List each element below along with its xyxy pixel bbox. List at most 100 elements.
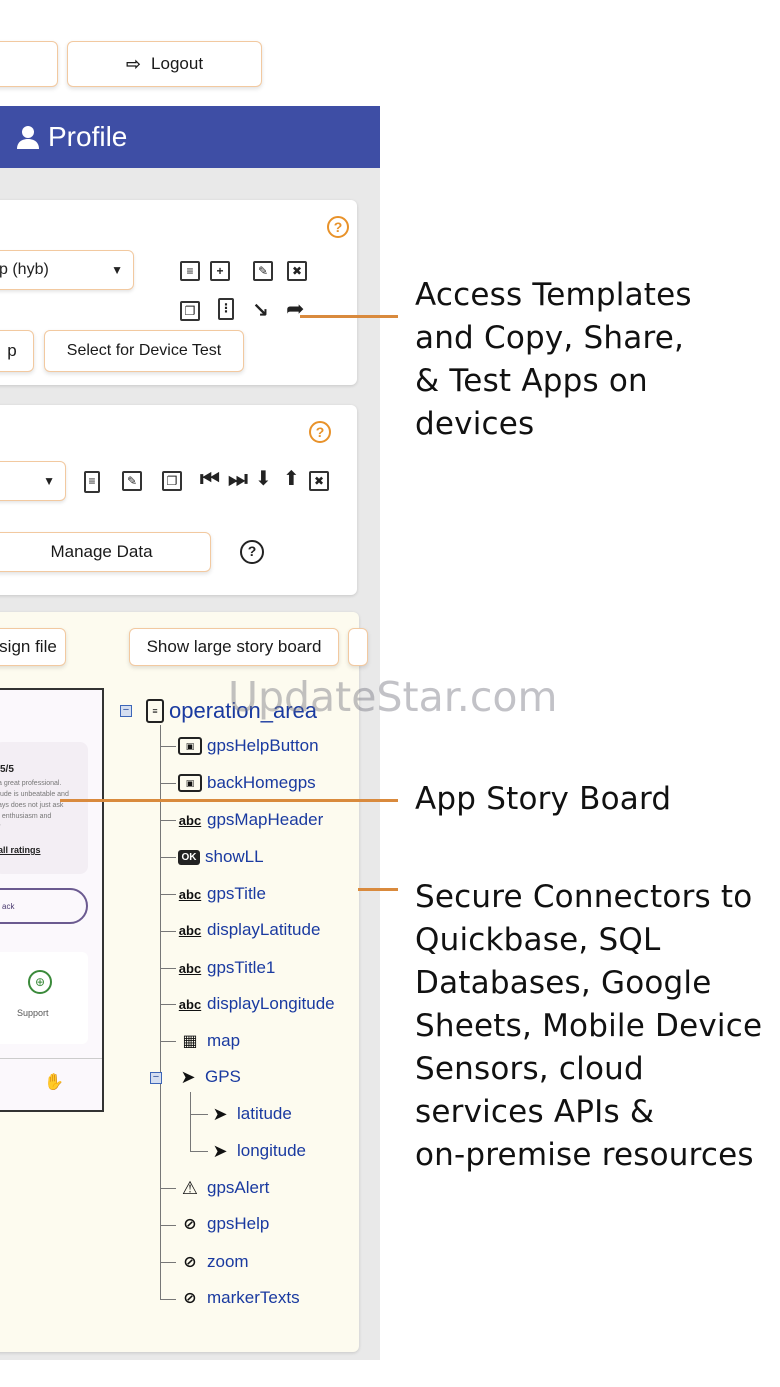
eye-slash-icon: ⊘ xyxy=(183,1216,197,1233)
tree-node-displayLatitude[interactable]: abc displayLatitude xyxy=(178,920,321,940)
app-action-label: p xyxy=(7,341,17,360)
review-text: a great professional. tude is unbeatable… xyxy=(0,778,90,833)
node-label: longitude xyxy=(237,1141,307,1160)
button-icon: ▣ xyxy=(178,737,202,755)
location-arrow-icon: ➤ xyxy=(212,1140,228,1161)
device-icon[interactable]: ⋮ xyxy=(218,298,234,320)
tree-node-gpsTitle1[interactable]: abc gpsTitle1 xyxy=(178,958,276,978)
delete-icon[interactable]: ✖ xyxy=(287,261,307,281)
text-abc-icon: abc xyxy=(178,922,202,938)
design-file-button[interactable]: sign file xyxy=(0,628,66,666)
logout-button[interactable]: ⇨ Logout xyxy=(67,41,262,87)
node-label: gpsHelpButton xyxy=(207,736,319,755)
node-label: showLL xyxy=(205,847,264,866)
annotation-line: devices xyxy=(415,406,535,442)
text-abc-icon: abc xyxy=(178,886,202,902)
page-icon: ≡ xyxy=(146,699,164,723)
support-icon[interactable]: ⊕ xyxy=(28,970,52,994)
tree-branch xyxy=(160,783,176,784)
template-add-icon[interactable]: + xyxy=(210,261,230,281)
last-record-icon[interactable]: ⏭ xyxy=(228,466,248,492)
tree-branch xyxy=(160,1188,176,1189)
help-icon-data[interactable]: ? xyxy=(309,421,331,443)
tree-node-gpsAlert[interactable]: ⚠ gpsAlert xyxy=(178,1178,269,1198)
map-icon: ▦ xyxy=(182,1033,198,1050)
share-icon[interactable]: ➦ xyxy=(286,296,304,322)
tree-node-displayLongitude[interactable]: abc displayLongitude xyxy=(178,994,335,1014)
tree-branch xyxy=(160,746,176,747)
sign-out-icon: ⇨ xyxy=(125,53,142,74)
node-label: gpsMapHeader xyxy=(207,810,324,829)
tree-node-showLL[interactable]: OK showLL xyxy=(178,847,264,867)
copy-icon[interactable]: ❐ xyxy=(180,301,200,321)
tree-branch xyxy=(190,1151,208,1152)
location-arrow-icon: ➤ xyxy=(212,1103,228,1124)
annotation-line: Secure Connectors to xyxy=(415,879,753,915)
tree-branch xyxy=(160,894,176,895)
first-record-icon[interactable]: ⏮ xyxy=(200,466,220,492)
button-icon: ▣ xyxy=(178,774,202,792)
tree-node-gpsMapHeader[interactable]: abc gpsMapHeader xyxy=(178,810,323,830)
tree-branch xyxy=(160,857,176,858)
tree-node-markerTexts[interactable]: ⊘ markerTexts xyxy=(178,1288,299,1308)
tree-branch xyxy=(160,1299,176,1300)
tree-node-gpsHelp[interactable]: ⊘ gpsHelp xyxy=(178,1214,269,1234)
tree-branch xyxy=(190,1114,208,1115)
show-large-storyboard-button[interactable]: Show large story board xyxy=(129,628,339,666)
tree-branch xyxy=(160,1225,176,1226)
device-test-label: Select for Device Test xyxy=(66,342,222,359)
annotation-line: Quickbase, SQL xyxy=(415,922,661,958)
top-left-button[interactable] xyxy=(0,41,58,87)
download-icon[interactable]: ⬇ xyxy=(255,466,272,491)
back-label: ack xyxy=(2,901,15,911)
extra-button[interactable] xyxy=(348,628,368,666)
edit-icon[interactable]: ✎ xyxy=(253,261,273,281)
tree-node-zoom[interactable]: ⊘ zoom xyxy=(178,1252,248,1272)
copy-record-icon[interactable]: ❐ xyxy=(162,471,182,491)
logout-label: Logout xyxy=(151,54,204,73)
tree-node-gpsTitle[interactable]: abc gpsTitle xyxy=(178,884,266,904)
tree-branch xyxy=(160,1041,176,1042)
annotation-line: Sensors, cloud xyxy=(415,1051,644,1087)
caret-down-icon-data: ▼ xyxy=(43,474,55,488)
manage-data-button[interactable]: Manage Data xyxy=(0,532,211,572)
tree-node-backHomegps[interactable]: ▣ backHomegps xyxy=(178,773,316,793)
help-icon-manage[interactable]: ? xyxy=(240,540,264,564)
manage-data-label: Manage Data xyxy=(50,542,153,561)
upload-icon[interactable]: ⬆ xyxy=(283,466,300,491)
test-arrow-icon[interactable]: ↘ xyxy=(252,298,269,323)
bottom-nav-icon[interactable]: ✋ xyxy=(44,1072,64,1092)
data-select[interactable]: ▼ xyxy=(0,461,66,501)
device-test-button[interactable]: Select for Device Test xyxy=(44,330,244,372)
location-arrow-icon: ➤ xyxy=(180,1066,196,1087)
tree-node-map[interactable]: ▦ map xyxy=(178,1031,240,1051)
tree-node-gpsHelpButton[interactable]: ▣ gpsHelpButton xyxy=(178,736,319,756)
collapse-gps-icon[interactable]: − xyxy=(150,1072,162,1084)
tree-node-GPS[interactable]: ➤ GPS xyxy=(176,1066,241,1087)
annotation-line: Access Templates xyxy=(415,277,692,313)
node-label: GPS xyxy=(205,1067,241,1086)
caret-down-icon: ▼ xyxy=(111,263,123,277)
tree-node-longitude[interactable]: ➤ longitude xyxy=(208,1141,306,1161)
watermark: UpdateStar.com xyxy=(228,673,558,721)
app-select[interactable]: p (hyb) ▼ xyxy=(0,250,134,290)
profile-header[interactable]: Profile xyxy=(0,106,380,168)
app-action-button[interactable]: p xyxy=(0,330,34,372)
help-icon[interactable]: ? xyxy=(327,216,349,238)
back-button[interactable]: ack xyxy=(0,888,88,924)
all-ratings-link[interactable]: all ratings xyxy=(0,845,41,855)
show-large-label: Show large story board xyxy=(146,637,322,656)
eye-slash-icon: ⊘ xyxy=(183,1254,197,1271)
review-line: , enthusiasm and xyxy=(0,813,52,820)
rating-text: 5/5 xyxy=(0,764,14,775)
template-list-icon[interactable]: ≡ xyxy=(180,261,200,281)
delete-record-icon[interactable]: ✖ xyxy=(309,471,329,491)
collapse-root-icon[interactable]: − xyxy=(120,705,132,717)
support-card xyxy=(0,952,88,1044)
app-select-value: p (hyb) xyxy=(0,261,49,278)
tree-branch xyxy=(160,931,176,932)
tree-node-latitude[interactable]: ➤ latitude xyxy=(208,1103,291,1124)
text-abc-icon: abc xyxy=(178,996,202,1012)
edit-record-icon[interactable]: ✎ xyxy=(122,471,142,491)
add-record-icon[interactable]: ≡ xyxy=(84,471,100,493)
